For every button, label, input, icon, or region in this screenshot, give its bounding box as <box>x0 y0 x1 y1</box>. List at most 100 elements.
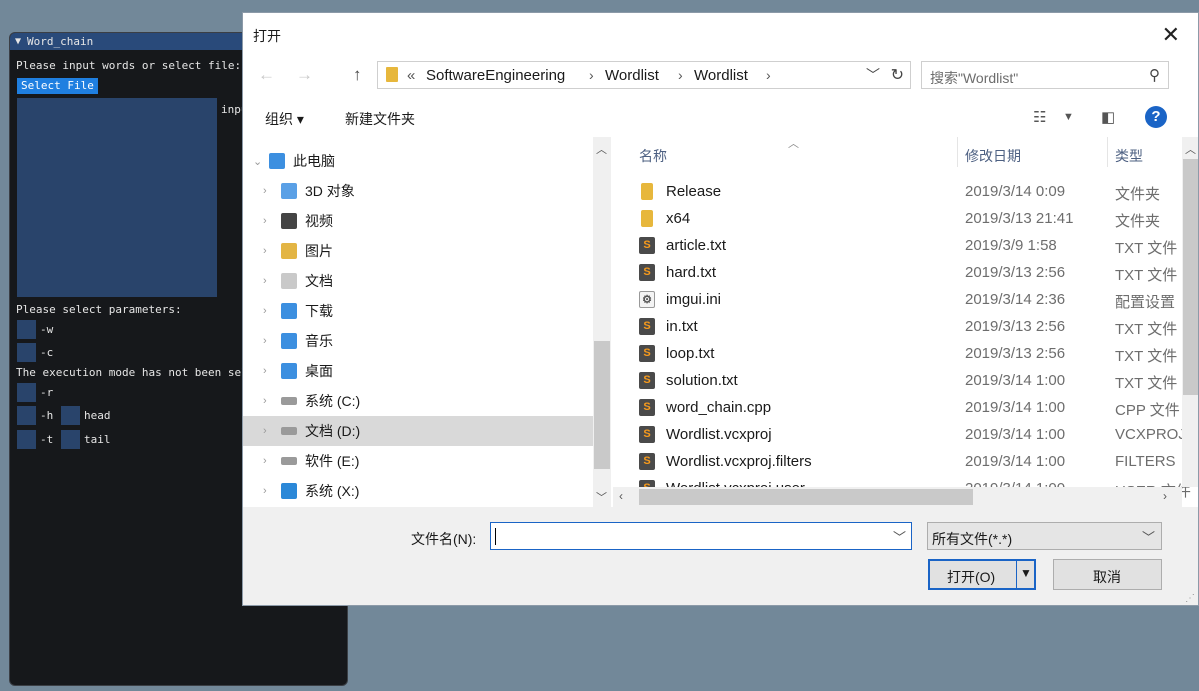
chevron-right-icon[interactable]: › <box>263 425 275 437</box>
chevron-down-icon[interactable]: ▼ <box>1063 111 1074 123</box>
nav-item-documents[interactable]: › 文档 <box>243 266 595 296</box>
back-arrow-icon[interactable]: ← <box>258 65 275 85</box>
address-bar[interactable]: « SoftwareEngineering › Wordlist › Wordl… <box>377 61 911 89</box>
nav-item-drive-e[interactable]: › 软件 (E:) <box>243 446 595 476</box>
help-icon[interactable]: ? <box>1145 106 1167 128</box>
file-row[interactable]: Release 2019/3/14 0:09 文件夹 <box>633 178 1178 205</box>
column-header-date[interactable]: 修改日期 <box>965 146 1021 166</box>
file-hscroll-thumb[interactable] <box>639 489 973 505</box>
filename-input[interactable]: ﹀ <box>490 522 912 550</box>
refresh-icon[interactable]: ↻ <box>891 65 904 85</box>
address-segment[interactable]: Wordlist <box>605 67 659 84</box>
search-input[interactable]: 搜索"Wordlist" ⚲ <box>921 61 1169 89</box>
chevron-right-icon[interactable]: › <box>263 365 275 377</box>
nav-item-videos[interactable]: › 视频 <box>243 206 595 236</box>
nav-item-downloads[interactable]: › 下载 <box>243 296 595 326</box>
chevron-right-icon[interactable]: › <box>263 305 275 317</box>
chevron-right-icon[interactable]: › <box>263 185 275 197</box>
file-row[interactable]: S word_chain.cpp 2019/3/14 1:00 CPP 文件 <box>633 394 1180 421</box>
scroll-down-icon[interactable]: ﹀ <box>596 489 607 505</box>
checkbox-h[interactable] <box>17 406 36 425</box>
close-icon[interactable]: ✕ <box>1162 22 1180 48</box>
open-button[interactable]: 打开(O) ▼ <box>928 559 1036 590</box>
nav-item-3d-objects[interactable]: › 3D 对象 <box>243 176 595 206</box>
file-vertical-scrollbar[interactable]: ︿ <box>1182 137 1198 487</box>
file-name: hard.txt <box>666 264 717 281</box>
scroll-right-icon[interactable]: › <box>1163 489 1167 503</box>
column-header-name[interactable]: 名称 <box>639 146 667 166</box>
nav-item-pictures[interactable]: › 图片 <box>243 236 595 266</box>
chevron-down-icon[interactable]: ▼ <box>1020 566 1032 580</box>
scroll-up-icon[interactable]: ︿ <box>1185 141 1196 157</box>
open-file-dialog: 打开 ✕ ← → ↑ « SoftwareEngineering › Wordl… <box>242 12 1199 606</box>
forward-arrow-icon[interactable]: → <box>296 65 313 85</box>
windows-drive-icon <box>281 483 297 499</box>
chevron-right-icon[interactable]: › <box>263 395 275 407</box>
column-header-type[interactable]: 类型 <box>1115 146 1143 166</box>
file-row[interactable]: S in.txt 2019/3/13 2:56 TXT 文件 <box>633 313 1178 340</box>
nav-item-desktop[interactable]: › 桌面 <box>243 356 595 386</box>
breadcrumb-chevron-icon[interactable]: › <box>678 67 683 83</box>
chevron-right-icon[interactable]: › <box>263 485 275 497</box>
address-segment[interactable]: Wordlist <box>694 67 748 84</box>
chevron-right-icon[interactable]: › <box>263 245 275 257</box>
nav-item-drive-c[interactable]: › 系统 (C:) <box>243 386 595 416</box>
collapse-triangle-icon[interactable]: ▼ <box>15 36 21 47</box>
chevron-right-icon[interactable]: › <box>263 275 275 287</box>
file-row[interactable]: x64 2019/3/13 21:41 文件夹 <box>633 205 1178 232</box>
file-row[interactable]: S solution.txt 2019/3/14 1:00 TXT 文件 <box>633 367 1178 394</box>
file-row[interactable]: ⚙ imgui.ini 2019/3/14 2:36 配置设置 <box>633 286 1178 313</box>
up-arrow-icon[interactable]: ↑ <box>353 65 362 85</box>
nav-item-music[interactable]: › 音乐 <box>243 326 595 356</box>
file-row[interactable]: S Wordlist.vcxproj 2019/3/14 1:00 VCXPRO… <box>633 421 1186 448</box>
chevron-right-icon[interactable]: › <box>263 215 275 227</box>
head-input[interactable] <box>61 406 80 425</box>
filetype-select[interactable]: 所有文件(*.*) ﹀ <box>927 522 1162 550</box>
new-folder-button[interactable]: 新建文件夹 <box>345 109 415 129</box>
search-icon[interactable]: ⚲ <box>1149 66 1160 84</box>
checkbox-r[interactable] <box>17 383 36 402</box>
cancel-button[interactable]: 取消 <box>1053 559 1162 590</box>
dialog-title-bar[interactable]: 打开 ✕ <box>243 13 1198 57</box>
file-row[interactable]: S loop.txt 2019/3/13 2:56 TXT 文件 <box>633 340 1178 367</box>
scroll-left-icon[interactable]: ‹ <box>619 489 623 503</box>
chevron-down-icon[interactable]: ﹀ <box>866 65 880 85</box>
resize-grip-icon[interactable]: ⋰ <box>1185 593 1195 604</box>
address-segment[interactable]: SoftwareEngineering <box>426 67 565 84</box>
words-textarea[interactable] <box>17 98 217 297</box>
view-options-icon[interactable]: ☷ <box>1033 108 1046 126</box>
chevron-down-icon[interactable]: ﹀ <box>893 527 906 546</box>
breadcrumb-chevron-icon[interactable]: › <box>766 67 771 83</box>
checkbox-c[interactable] <box>17 343 36 362</box>
chevron-right-icon[interactable]: › <box>263 455 275 467</box>
nav-item-drive-d[interactable]: › 文档 (D:) <box>243 416 595 446</box>
select-file-button[interactable]: Select File <box>17 78 98 94</box>
nav-scrollbar[interactable]: ︿ ﹀ <box>593 137 611 507</box>
breadcrumb-chevron-icon[interactable]: › <box>589 67 594 83</box>
scroll-up-icon[interactable]: ︿ <box>596 141 607 157</box>
nav-item-drive-x[interactable]: › 系统 (X:) <box>243 476 595 506</box>
nav-item-this-pc[interactable]: ⌄ 此电脑 <box>243 146 595 176</box>
address-prefix[interactable]: « <box>407 67 415 84</box>
preview-pane-icon[interactable]: ◧ <box>1101 108 1115 126</box>
organize-button[interactable]: 组织 ▾ <box>265 109 304 129</box>
file-row[interactable]: S article.txt 2019/3/9 1:58 TXT 文件 <box>633 232 1178 259</box>
sublime-file-icon: S <box>639 318 655 335</box>
column-divider[interactable] <box>1107 137 1108 167</box>
folder-icon <box>641 210 653 227</box>
file-horizontal-scrollbar[interactable]: ‹ › <box>613 487 1182 507</box>
pictures-icon <box>281 243 297 259</box>
file-row[interactable]: S Wordlist.vcxproj.filters 2019/3/14 1:0… <box>633 448 1178 475</box>
chevron-right-icon[interactable]: › <box>263 335 275 347</box>
checkbox-w[interactable] <box>17 320 36 339</box>
file-row[interactable]: S hard.txt 2019/3/13 2:56 TXT 文件 <box>633 259 1178 286</box>
column-divider[interactable] <box>957 137 958 167</box>
chevron-down-icon[interactable]: ﹀ <box>1142 527 1155 546</box>
chevron-down-icon[interactable]: ⌄ <box>253 155 265 168</box>
nav-scroll-thumb[interactable] <box>594 341 610 469</box>
tail-input[interactable] <box>61 430 80 449</box>
params-label: Please select parameters: <box>16 303 182 316</box>
tail-label: tail <box>84 433 111 446</box>
file-scroll-thumb[interactable] <box>1183 159 1198 395</box>
checkbox-t[interactable] <box>17 430 36 449</box>
